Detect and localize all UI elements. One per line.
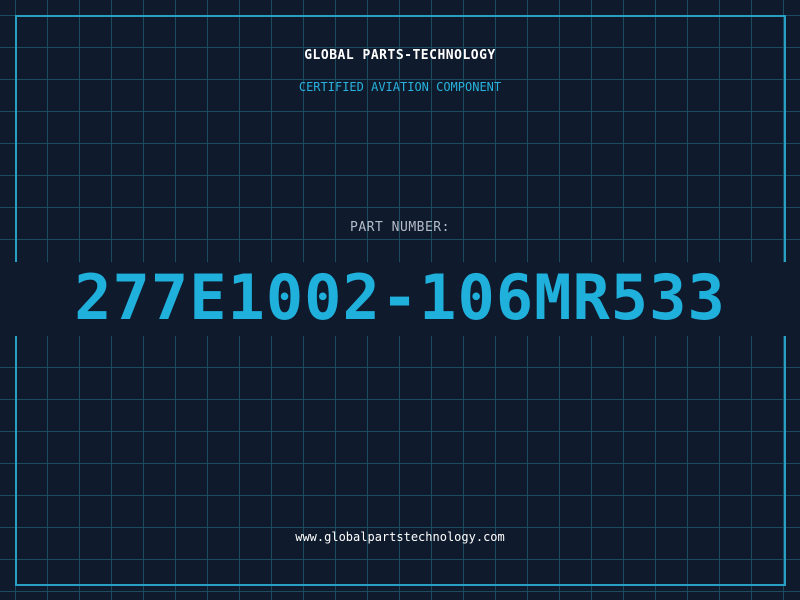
certification-tagline: CERTIFIED AVIATION COMPONENT [298,80,502,94]
part-number-value: 277E1002-106MR533 [74,261,726,334]
part-label-card: GLOBAL PARTS-TECHNOLOGY CERTIFIED AVIATI… [0,0,800,600]
company-name: GLOBAL PARTS-TECHNOLOGY [304,48,496,63]
website-url: www.globalpartstechnology.com [295,530,505,544]
part-number-label: PART NUMBER: [350,220,450,235]
